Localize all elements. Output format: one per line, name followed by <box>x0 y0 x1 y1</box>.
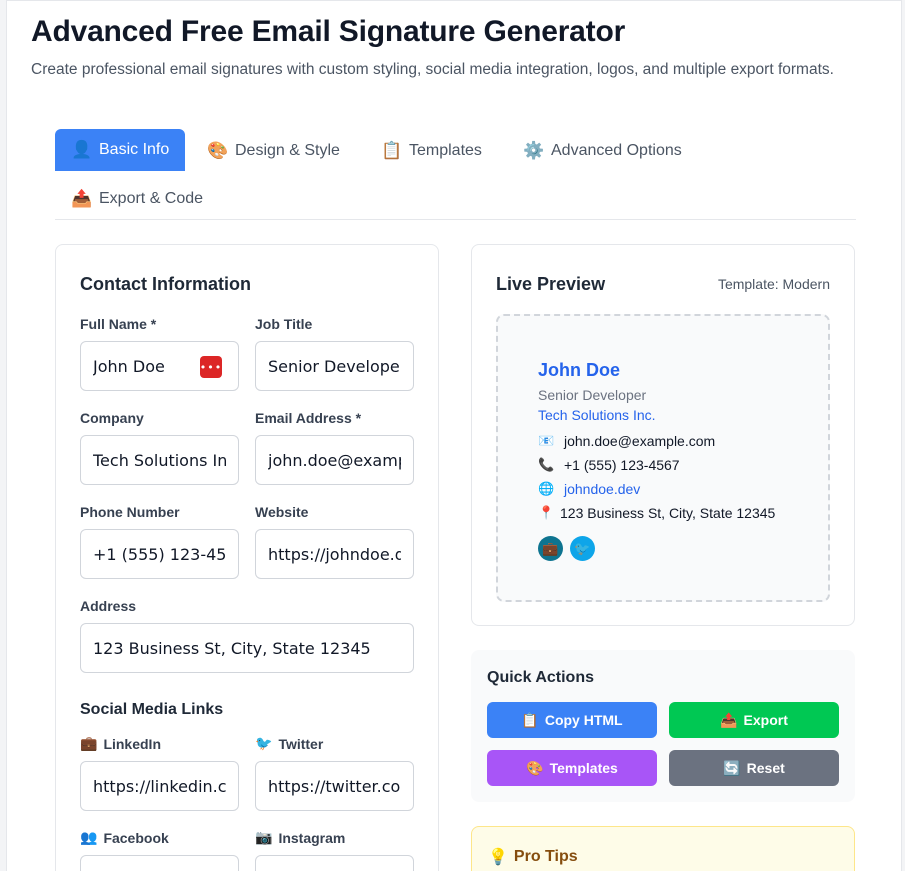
twitter-input[interactable]: https://twitter.com/johndoe <box>255 761 414 811</box>
globe-icon: 🌐 <box>538 481 555 496</box>
tab-advanced-options[interactable]: ⚙️ Advanced Options <box>507 130 698 172</box>
pin-icon: 📍 <box>538 505 555 520</box>
camera-icon: 📷 <box>255 829 273 845</box>
reset-button[interactable]: 🔄 Reset <box>669 750 839 786</box>
job-title-input[interactable]: Senior Developer <box>255 341 414 391</box>
website-input[interactable]: https://johndoe.dev <box>255 529 414 579</box>
full-name-input[interactable]: John Doe ••• <box>80 341 239 391</box>
people-icon: 👥 <box>80 829 98 845</box>
linkedin-label: 💼 LinkedIn <box>80 735 161 752</box>
quick-actions-title: Quick Actions <box>487 669 594 686</box>
email-input[interactable]: john.doe@example.com <box>255 435 414 485</box>
bird-icon: 🐦 <box>255 735 273 751</box>
clipboard-icon: 📋 <box>381 141 403 160</box>
company-label: Company <box>80 410 144 426</box>
tab-design-style[interactable]: 🎨 Design & Style <box>191 130 356 172</box>
page-title: Advanced Free Email Signature Generator <box>31 15 626 48</box>
outbox-icon: 📤 <box>71 189 93 208</box>
tab-label: Design & Style <box>235 142 340 159</box>
company-input[interactable]: Tech Solutions Inc. <box>80 435 239 485</box>
outbox-icon: 📤 <box>720 711 738 728</box>
twitter-label: 🐦 Twitter <box>255 735 324 752</box>
pro-tips-panel: 💡 Pro Tips <box>471 826 855 871</box>
signature-address-row: 📍 123 Business St, City, State 12345 <box>538 505 776 521</box>
instagram-input[interactable] <box>255 855 414 871</box>
signature-phone-row: 📞 +1 (555) 123-4567 <box>538 457 680 473</box>
job-title-label: Job Title <box>255 316 313 332</box>
tab-label: Templates <box>409 142 482 159</box>
contact-form-card: Contact Information Full Name * John Doe… <box>55 244 439 871</box>
briefcase-icon: 💼 <box>80 735 98 751</box>
copy-html-button[interactable]: 📋 Copy HTML <box>487 702 657 738</box>
lightbulb-icon: 💡 <box>488 849 508 866</box>
palette-icon: 🎨 <box>526 759 544 776</box>
signature-website-row[interactable]: 🌐 johndoe.dev <box>538 481 640 497</box>
template-tag: Template: Modern <box>717 276 830 292</box>
signature-preview: John Doe Senior Developer Tech Solutions… <box>496 314 830 602</box>
phone-icon: 📞 <box>538 457 555 472</box>
preview-title: Live Preview <box>496 274 606 294</box>
clipboard-icon: 📋 <box>521 711 539 728</box>
page-subtitle: Create professional email signatures wit… <box>31 61 834 78</box>
tab-bar: 👤 Basic Info 🎨 Design & Style 📋 Template… <box>55 129 856 220</box>
export-button[interactable]: 📤 Export <box>669 702 839 738</box>
linkedin-input[interactable]: https://linkedin.com/in/johndoe <box>80 761 239 811</box>
phone-label: Phone Number <box>80 504 180 520</box>
tab-templates[interactable]: 📋 Templates <box>365 130 498 172</box>
tab-label: Basic Info <box>99 141 170 158</box>
signature-job: Senior Developer <box>538 387 647 403</box>
refresh-icon: 🔄 <box>723 759 741 776</box>
full-name-label: Full Name * <box>80 316 157 332</box>
facebook-label: 👥 Facebook <box>80 829 169 846</box>
gear-icon: ⚙️ <box>523 141 545 160</box>
templates-button[interactable]: 🎨 Templates <box>487 750 657 786</box>
pro-tips-title: 💡 Pro Tips <box>488 848 578 866</box>
phone-input[interactable]: +1 (555) 123-4567 <box>80 529 239 579</box>
signature-name: John Doe <box>538 360 621 380</box>
tab-export-code[interactable]: 📤 Export & Code <box>55 178 219 220</box>
instagram-label: 📷 Instagram <box>255 829 346 846</box>
linkedin-social-icon[interactable]: 💼 <box>538 536 563 561</box>
live-preview-card: Live Preview Template: Modern John Doe S… <box>471 244 855 626</box>
address-input[interactable]: 123 Business St, City, State 12345 <box>80 623 414 673</box>
password-manager-icon[interactable]: ••• <box>200 356 222 378</box>
signature-company: Tech Solutions Inc. <box>538 407 656 423</box>
tab-label: Advanced Options <box>551 142 682 159</box>
palette-icon: 🎨 <box>207 141 229 160</box>
email-icon: 📧 <box>538 433 555 448</box>
person-icon: 👤 <box>71 140 93 159</box>
twitter-social-icon[interactable]: 🐦 <box>570 536 595 561</box>
social-section-title: Social Media Links <box>80 701 224 718</box>
facebook-input[interactable] <box>80 855 239 871</box>
signature-email-row: 📧 john.doe@example.com <box>538 433 716 449</box>
page-container: Advanced Free Email Signature Generator … <box>6 0 902 871</box>
tab-label: Export & Code <box>99 190 204 207</box>
address-label: Address <box>80 598 137 614</box>
quick-actions-panel: Quick Actions 📋 Copy HTML 📤 Export 🎨 Tem… <box>471 650 855 802</box>
website-label: Website <box>255 504 309 520</box>
tab-basic-info[interactable]: 👤 Basic Info <box>55 129 186 171</box>
contact-section-title: Contact Information <box>80 274 251 294</box>
email-label: Email Address * <box>255 410 362 426</box>
